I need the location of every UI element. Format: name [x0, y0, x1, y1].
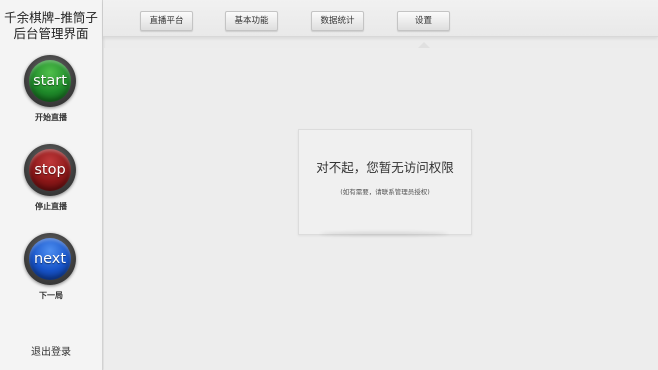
message-title: 对不起，您暂无访问权限 [316, 160, 454, 175]
active-tab-pointer [418, 42, 430, 48]
tab-data-statistics[interactable]: 数据统计 [311, 11, 364, 31]
logout-link[interactable]: 退出登录 [0, 343, 102, 358]
no-permission-message-box: 对不起，您暂无访问权限 (如有需要，请联系管理员授权) [298, 129, 472, 235]
top-nav: 直播平台 基本功能 数据统计 设置 [103, 0, 658, 37]
stop-button[interactable]: stop [29, 149, 71, 191]
sidebar: 千余棋牌–推筒子 后台管理界面 start 开始直播 stop 停止直播 nex… [0, 0, 103, 370]
tab-basic-functions[interactable]: 基本功能 [225, 11, 278, 31]
message-subtitle: (如有需要，请联系管理员授权) [340, 188, 430, 196]
tab-live-platform[interactable]: 直播平台 [140, 11, 193, 31]
next-button[interactable]: next [29, 238, 71, 280]
message-box-shadow [320, 232, 448, 236]
app-title-line1: 千余棋牌–推筒子 [4, 10, 98, 25]
tab-settings[interactable]: 设置 [397, 11, 450, 31]
stop-label: 停止直播 [35, 202, 67, 211]
app-title-line2: 后台管理界面 [13, 26, 89, 41]
app-title: 千余棋牌–推筒子 后台管理界面 [0, 10, 102, 42]
start-button[interactable]: start [29, 60, 71, 102]
start-label: 开始直播 [35, 113, 67, 122]
next-label: 下一局 [39, 291, 63, 300]
